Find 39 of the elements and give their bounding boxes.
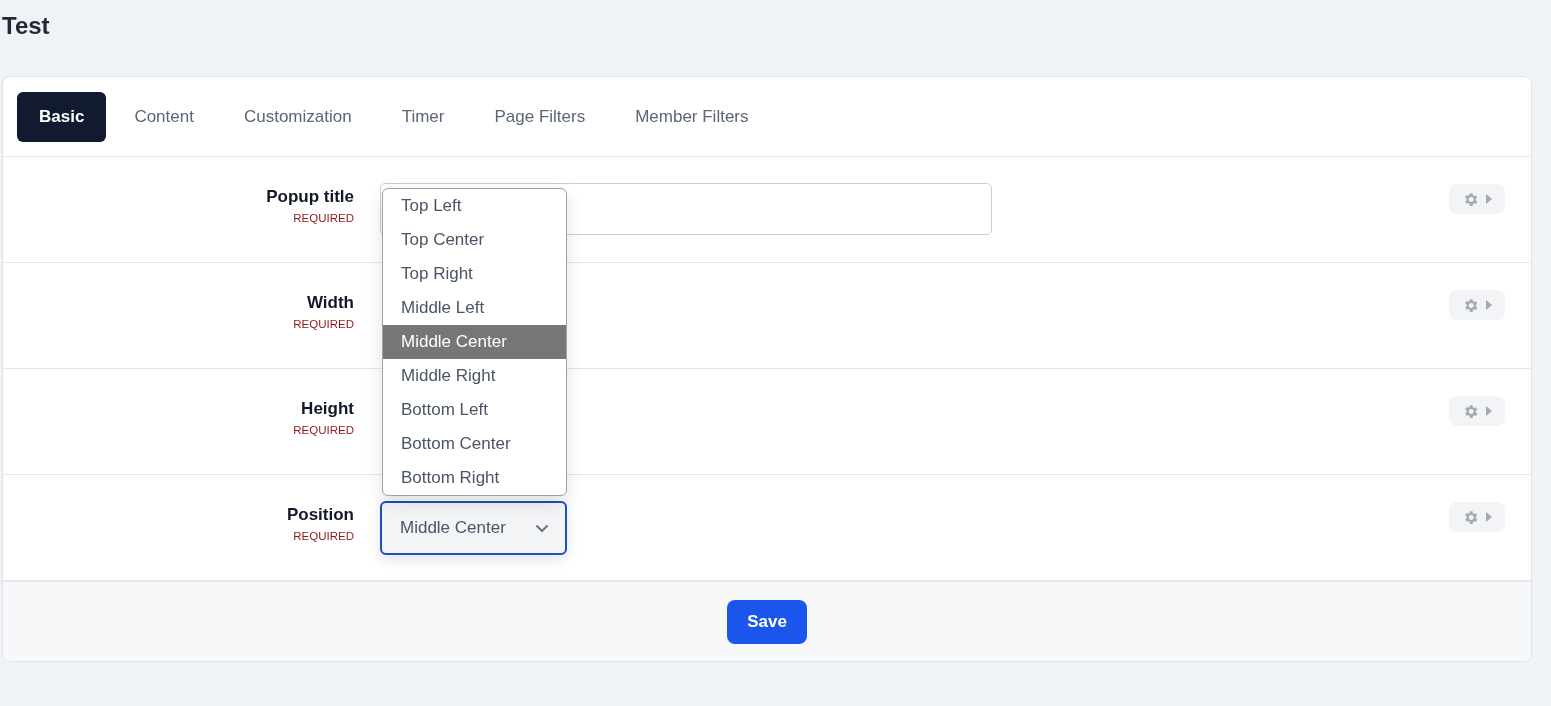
- chevron-down-icon: [535, 523, 549, 533]
- dropdown-option[interactable]: Bottom Right: [383, 461, 566, 495]
- tab[interactable]: Page Filters: [472, 91, 608, 142]
- dropdown-option[interactable]: Bottom Left: [383, 393, 566, 427]
- dropdown-option[interactable]: Middle Right: [383, 359, 566, 393]
- required-note: REQUIRED: [293, 530, 354, 542]
- dropdown-option[interactable]: Top Right: [383, 257, 566, 291]
- field-label: Width: [306, 292, 354, 313]
- settings-button[interactable]: [1449, 396, 1505, 426]
- caret-icon: [1486, 300, 1492, 310]
- tab[interactable]: Basic: [17, 91, 107, 142]
- tab[interactable]: Member Filters: [613, 91, 771, 142]
- tab[interactable]: Content: [112, 91, 216, 142]
- save-button[interactable]: Save: [727, 599, 807, 644]
- settings-button[interactable]: [1449, 290, 1505, 320]
- required-note: REQUIRED: [293, 318, 354, 330]
- settings-icon: [1462, 190, 1479, 208]
- field-label: Popup title: [266, 186, 354, 207]
- required-note: REQUIRED: [293, 424, 354, 436]
- settings-icon: [1462, 508, 1479, 526]
- settings-button[interactable]: [1449, 184, 1505, 214]
- dropdown-option[interactable]: Middle Center: [383, 325, 566, 359]
- select-field[interactable]: Middle Center: [380, 501, 567, 555]
- tab[interactable]: Timer: [379, 91, 467, 142]
- dropdown-option[interactable]: Top Center: [383, 223, 566, 257]
- dropdown-option[interactable]: Bottom Center: [383, 427, 566, 461]
- settings-icon: [1462, 296, 1479, 314]
- caret-icon: [1486, 512, 1492, 522]
- tab[interactable]: Customization: [221, 91, 374, 142]
- settings-icon: [1462, 402, 1479, 420]
- page-title: Test: [1, 11, 51, 41]
- field-label: Position: [286, 504, 354, 525]
- settings-button[interactable]: [1449, 502, 1505, 532]
- dropdown-option[interactable]: Middle Left: [383, 291, 566, 325]
- caret-icon: [1486, 194, 1492, 204]
- dropdown-option[interactable]: Top Left: [383, 189, 566, 223]
- caret-icon: [1486, 406, 1492, 416]
- field-label: Height: [301, 398, 354, 419]
- required-note: REQUIRED: [293, 212, 354, 224]
